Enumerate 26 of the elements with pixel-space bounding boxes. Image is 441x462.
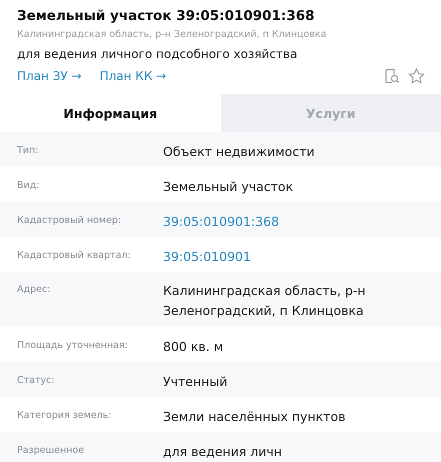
document-search-icon[interactable] — [384, 68, 400, 84]
parcel-address: Калининградская область, р-н Зеленоградский, п Клинцовка — [17, 28, 328, 42]
field-label: Кадастровый квартал: — [17, 249, 132, 263]
field-label: Площадь уточненная: — [17, 339, 129, 353]
parcel-purpose: для ведения личного подсобного хозяйства — [17, 46, 298, 63]
field-value: для ведения личн — [163, 443, 282, 461]
plan-link[interactable]: План КК → — [100, 69, 166, 83]
field-value: 800 кв. м — [163, 338, 224, 356]
field-label: Адрес: — [17, 283, 52, 297]
star-icon[interactable] — [408, 68, 425, 84]
value-link[interactable]: 39:05:010901:368 — [163, 212, 280, 232]
field-value: Калининградская область, р-н Зеленоградский, п Клинцовка — [163, 282, 367, 320]
field-label: Тип: — [17, 144, 40, 158]
field-value: Учтенный — [163, 373, 228, 391]
field-label: Вид: — [17, 179, 40, 193]
tab[interactable]: Услуги — [220, 94, 441, 132]
field-label: Статус: — [17, 374, 56, 388]
field-value: Объект недвижимости — [163, 143, 315, 161]
field-value: Земельный участок — [163, 178, 294, 196]
plan-link[interactable]: План ЗУ → — [17, 69, 82, 83]
field-label: Категория земель: — [17, 409, 112, 423]
field-value: Земли населённых пунктов — [163, 408, 346, 426]
field-label: Разрешенное — [17, 444, 86, 458]
parcel-title: Земельный участок 39:05:010901:368 — [17, 7, 316, 26]
value-link[interactable]: 39:05:010901 — [163, 247, 251, 267]
field-label: Кадастровый номер: — [17, 214, 122, 228]
